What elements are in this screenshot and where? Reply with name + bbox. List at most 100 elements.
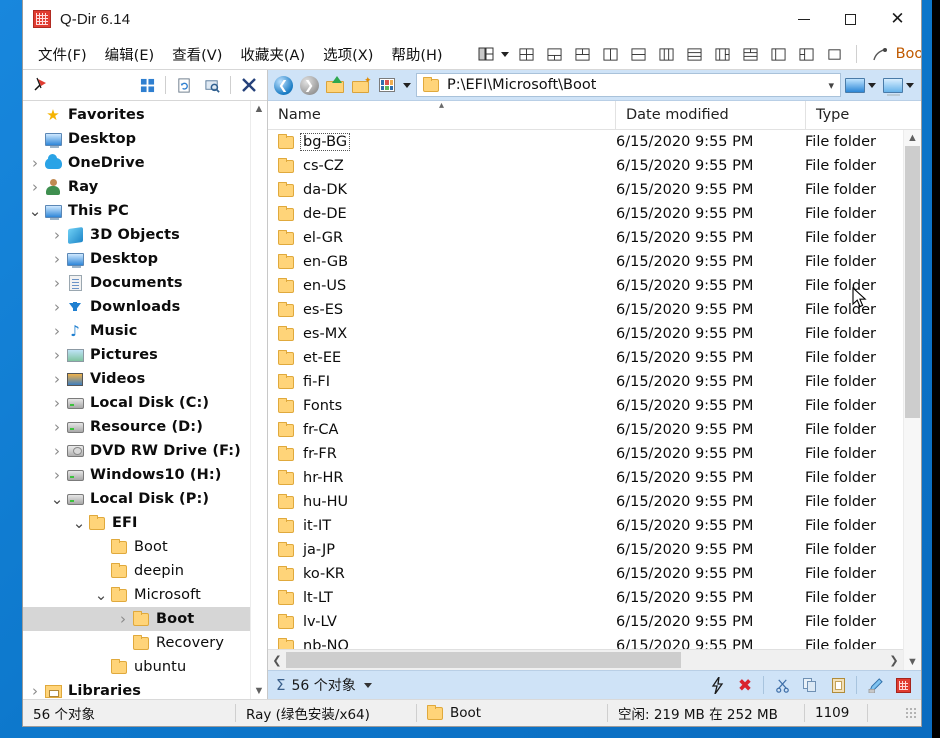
vscroll-thumb[interactable] <box>905 146 920 418</box>
table-row[interactable]: hr-HR 6/15/2020 9:55 PM File folder <box>268 466 903 490</box>
chevron-right-icon[interactable]: › <box>115 610 131 628</box>
chevron-down-icon[interactable]: ▾ <box>828 79 834 92</box>
close-pane-icon[interactable] <box>237 73 261 97</box>
table-row[interactable]: fr-CA 6/15/2020 9:55 PM File folder <box>268 418 903 442</box>
hscroll-track[interactable] <box>286 652 885 668</box>
layout-left-split-icon[interactable] <box>768 43 790 65</box>
cut-scissors-icon[interactable] <box>770 674 794 696</box>
menu-view[interactable]: 查看(V) <box>163 41 231 68</box>
maximize-button[interactable] <box>827 0 874 38</box>
vscroll-down-icon[interactable]: ▼ <box>905 654 921 670</box>
forward-arrow-icon[interactable]: ❯ <box>297 73 321 97</box>
tree-item-dvd-rw-drive-f[interactable]: › DVD RW Drive (F:) <box>23 439 250 463</box>
delete-x-icon[interactable]: ✖ <box>733 674 757 696</box>
chevron-right-icon[interactable]: › <box>49 274 65 292</box>
column-header-name[interactable]: ▴ Name <box>268 101 615 129</box>
layout-dropdown-caret[interactable] <box>500 51 509 57</box>
inet-icon[interactable] <box>870 44 890 64</box>
tree-item-ray[interactable]: › Ray <box>23 175 250 199</box>
table-row[interactable]: lt-LT 6/15/2020 9:55 PM File folder <box>268 586 903 610</box>
chevron-down-icon[interactable]: ⌄ <box>49 492 65 507</box>
chevron-down-icon[interactable]: ⌄ <box>71 516 87 531</box>
chevron-right-icon[interactable]: › <box>27 154 43 172</box>
hscroll-left-icon[interactable]: ❮ <box>268 654 286 667</box>
tree-scroll-down-icon[interactable]: ▼ <box>251 683 267 699</box>
table-row[interactable]: ko-KR 6/15/2020 9:55 PM File folder <box>268 562 903 586</box>
table-row[interactable]: bg-BG 6/15/2020 9:55 PM File folder <box>268 130 903 154</box>
minimize-button[interactable] <box>780 0 827 38</box>
table-row[interactable]: es-ES 6/15/2020 9:55 PM File folder <box>268 298 903 322</box>
layout-4pane-icon[interactable] <box>516 43 538 65</box>
tree-item-windows10-h[interactable]: › Windows10 (H:) <box>23 463 250 487</box>
layout-3col-icon[interactable] <box>656 43 678 65</box>
inet-boot-label[interactable]: Boot <box>896 46 921 62</box>
layout-2pane-horizontal-icon[interactable] <box>628 43 650 65</box>
tree-item-favorites[interactable]: ★ Favorites <box>23 103 250 127</box>
table-row[interactable]: cs-CZ 6/15/2020 9:55 PM File folder <box>268 154 903 178</box>
table-row[interactable]: da-DK 6/15/2020 9:55 PM File folder <box>268 178 903 202</box>
tree-item-resource-d[interactable]: › Resource (D:) <box>23 415 250 439</box>
column-header-date-modified[interactable]: Date modified <box>615 101 805 129</box>
vscroll-up-icon[interactable]: ▲ <box>905 130 921 146</box>
chevron-right-icon[interactable]: › <box>49 466 65 484</box>
resize-grip[interactable] <box>905 707 917 719</box>
rename-pen-icon[interactable] <box>863 674 887 696</box>
tree-scroll-up-icon[interactable]: ▲ <box>251 101 267 117</box>
monitor-alt-icon[interactable] <box>883 77 917 96</box>
tree-item-music[interactable]: › ♪ Music <box>23 319 250 343</box>
menu-edit[interactable]: 编辑(E) <box>96 41 163 68</box>
chevron-right-icon[interactable]: › <box>49 322 65 340</box>
tree-item-libraries[interactable]: › Libraries <box>23 679 250 699</box>
tree-item-local-disk-p[interactable]: ⌄ Local Disk (P:) <box>23 487 250 511</box>
table-row[interactable]: en-US 6/15/2020 9:55 PM File folder <box>268 274 903 298</box>
table-row[interactable]: fi-FI 6/15/2020 9:55 PM File folder <box>268 370 903 394</box>
chevron-right-icon[interactable]: › <box>27 682 43 699</box>
tree-item-pictures[interactable]: › Pictures <box>23 343 250 367</box>
layout-2col-split-icon[interactable] <box>712 43 734 65</box>
monitor-alt-dropdown-caret[interactable] <box>906 82 914 88</box>
tree-item-downloads[interactable]: › Downloads <box>23 295 250 319</box>
chevron-right-icon[interactable]: › <box>49 442 65 460</box>
hscroll-right-icon[interactable]: ❯ <box>885 654 903 667</box>
menu-favorites[interactable]: 收藏夹(A) <box>231 41 314 68</box>
menu-file[interactable]: 文件(F) <box>29 41 96 68</box>
table-row[interactable]: hu-HU 6/15/2020 9:55 PM File folder <box>268 490 903 514</box>
back-arrow-icon[interactable]: ❮ <box>271 73 295 97</box>
chevron-right-icon[interactable]: › <box>27 178 43 196</box>
chevron-right-icon[interactable]: › <box>49 418 65 436</box>
horizontal-scrollbar[interactable]: ❮ ❯ <box>268 649 903 670</box>
layout-2row-split-icon[interactable] <box>740 43 762 65</box>
menu-help[interactable]: 帮助(H) <box>382 41 451 68</box>
file-vertical-scrollbar[interactable]: ▲ ▼ <box>903 130 921 670</box>
tree-item-desktop[interactable]: Desktop <box>23 127 250 151</box>
monitor-icon[interactable] <box>845 77 879 93</box>
layout-1pane-icon[interactable] <box>824 43 846 65</box>
layout-2pane-vertical-icon[interactable] <box>600 43 622 65</box>
search-folder-icon[interactable] <box>200 73 224 97</box>
table-row[interactable]: it-IT 6/15/2020 9:55 PM File folder <box>268 514 903 538</box>
layout-3pane-bottom-icon[interactable] <box>544 43 566 65</box>
refresh-page-icon[interactable] <box>172 73 196 97</box>
table-row[interactable]: lv-LV 6/15/2020 9:55 PM File folder <box>268 610 903 634</box>
tree-pin-icon[interactable] <box>29 73 53 97</box>
layout-3row-icon[interactable] <box>684 43 706 65</box>
table-row[interactable]: et-EE 6/15/2020 9:55 PM File folder <box>268 346 903 370</box>
tree-item-3d-objects[interactable]: › 3D Objects <box>23 223 250 247</box>
column-header-type[interactable]: Type <box>805 101 904 129</box>
file-status-dropdown-caret[interactable] <box>363 682 372 688</box>
tree-item-boot[interactable]: Boot <box>23 535 250 559</box>
tree-item-microsoft[interactable]: ⌄ Microsoft <box>23 583 250 607</box>
table-row[interactable]: en-GB 6/15/2020 9:55 PM File folder <box>268 250 903 274</box>
chevron-down-icon[interactable]: ⌄ <box>93 588 109 603</box>
chevron-right-icon[interactable]: › <box>49 370 65 388</box>
lightning-icon[interactable] <box>705 674 729 696</box>
chevron-right-icon[interactable]: › <box>49 346 65 364</box>
tree-item-documents[interactable]: › Documents <box>23 271 250 295</box>
layout-right-split-icon[interactable] <box>796 43 818 65</box>
tree-item-deepin[interactable]: deepin <box>23 559 250 583</box>
table-row[interactable]: de-DE 6/15/2020 9:55 PM File folder <box>268 202 903 226</box>
table-row[interactable]: Fonts 6/15/2020 9:55 PM File folder <box>268 394 903 418</box>
tree-item-desktop[interactable]: › Desktop <box>23 247 250 271</box>
up-folder-icon[interactable] <box>323 73 347 97</box>
layout-3pane-top-icon[interactable] <box>572 43 594 65</box>
